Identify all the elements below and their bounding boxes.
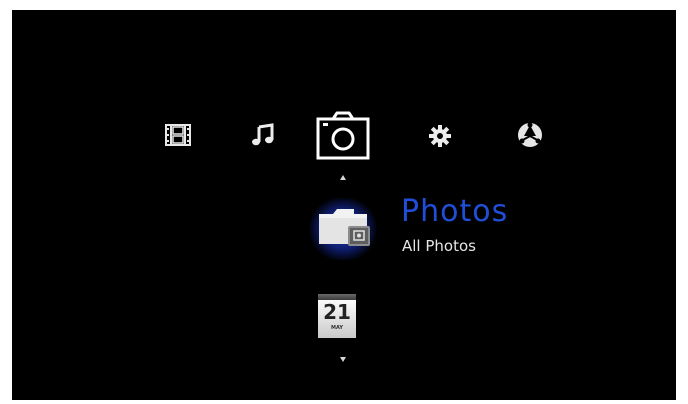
calendar-icon[interactable]: 21 MAY	[318, 294, 356, 338]
camera-icon[interactable]	[315, 111, 371, 161]
scroll-up-arrow-icon[interactable]	[340, 175, 346, 180]
selected-item-subtitle: All Photos	[402, 237, 476, 255]
selected-item-title: Photos	[401, 194, 509, 229]
globe-icon[interactable]	[516, 121, 544, 149]
calendar-day: 21	[323, 300, 351, 324]
music-note-icon[interactable]	[250, 122, 276, 148]
calendar-month: MAY	[331, 325, 343, 331]
film-icon[interactable]	[163, 123, 193, 147]
gear-icon[interactable]	[428, 124, 452, 148]
scroll-down-arrow-icon[interactable]	[340, 357, 346, 362]
photo-folder-icon[interactable]	[310, 198, 376, 260]
media-menu-screen: Photos All Photos 21 MAY	[12, 10, 676, 400]
